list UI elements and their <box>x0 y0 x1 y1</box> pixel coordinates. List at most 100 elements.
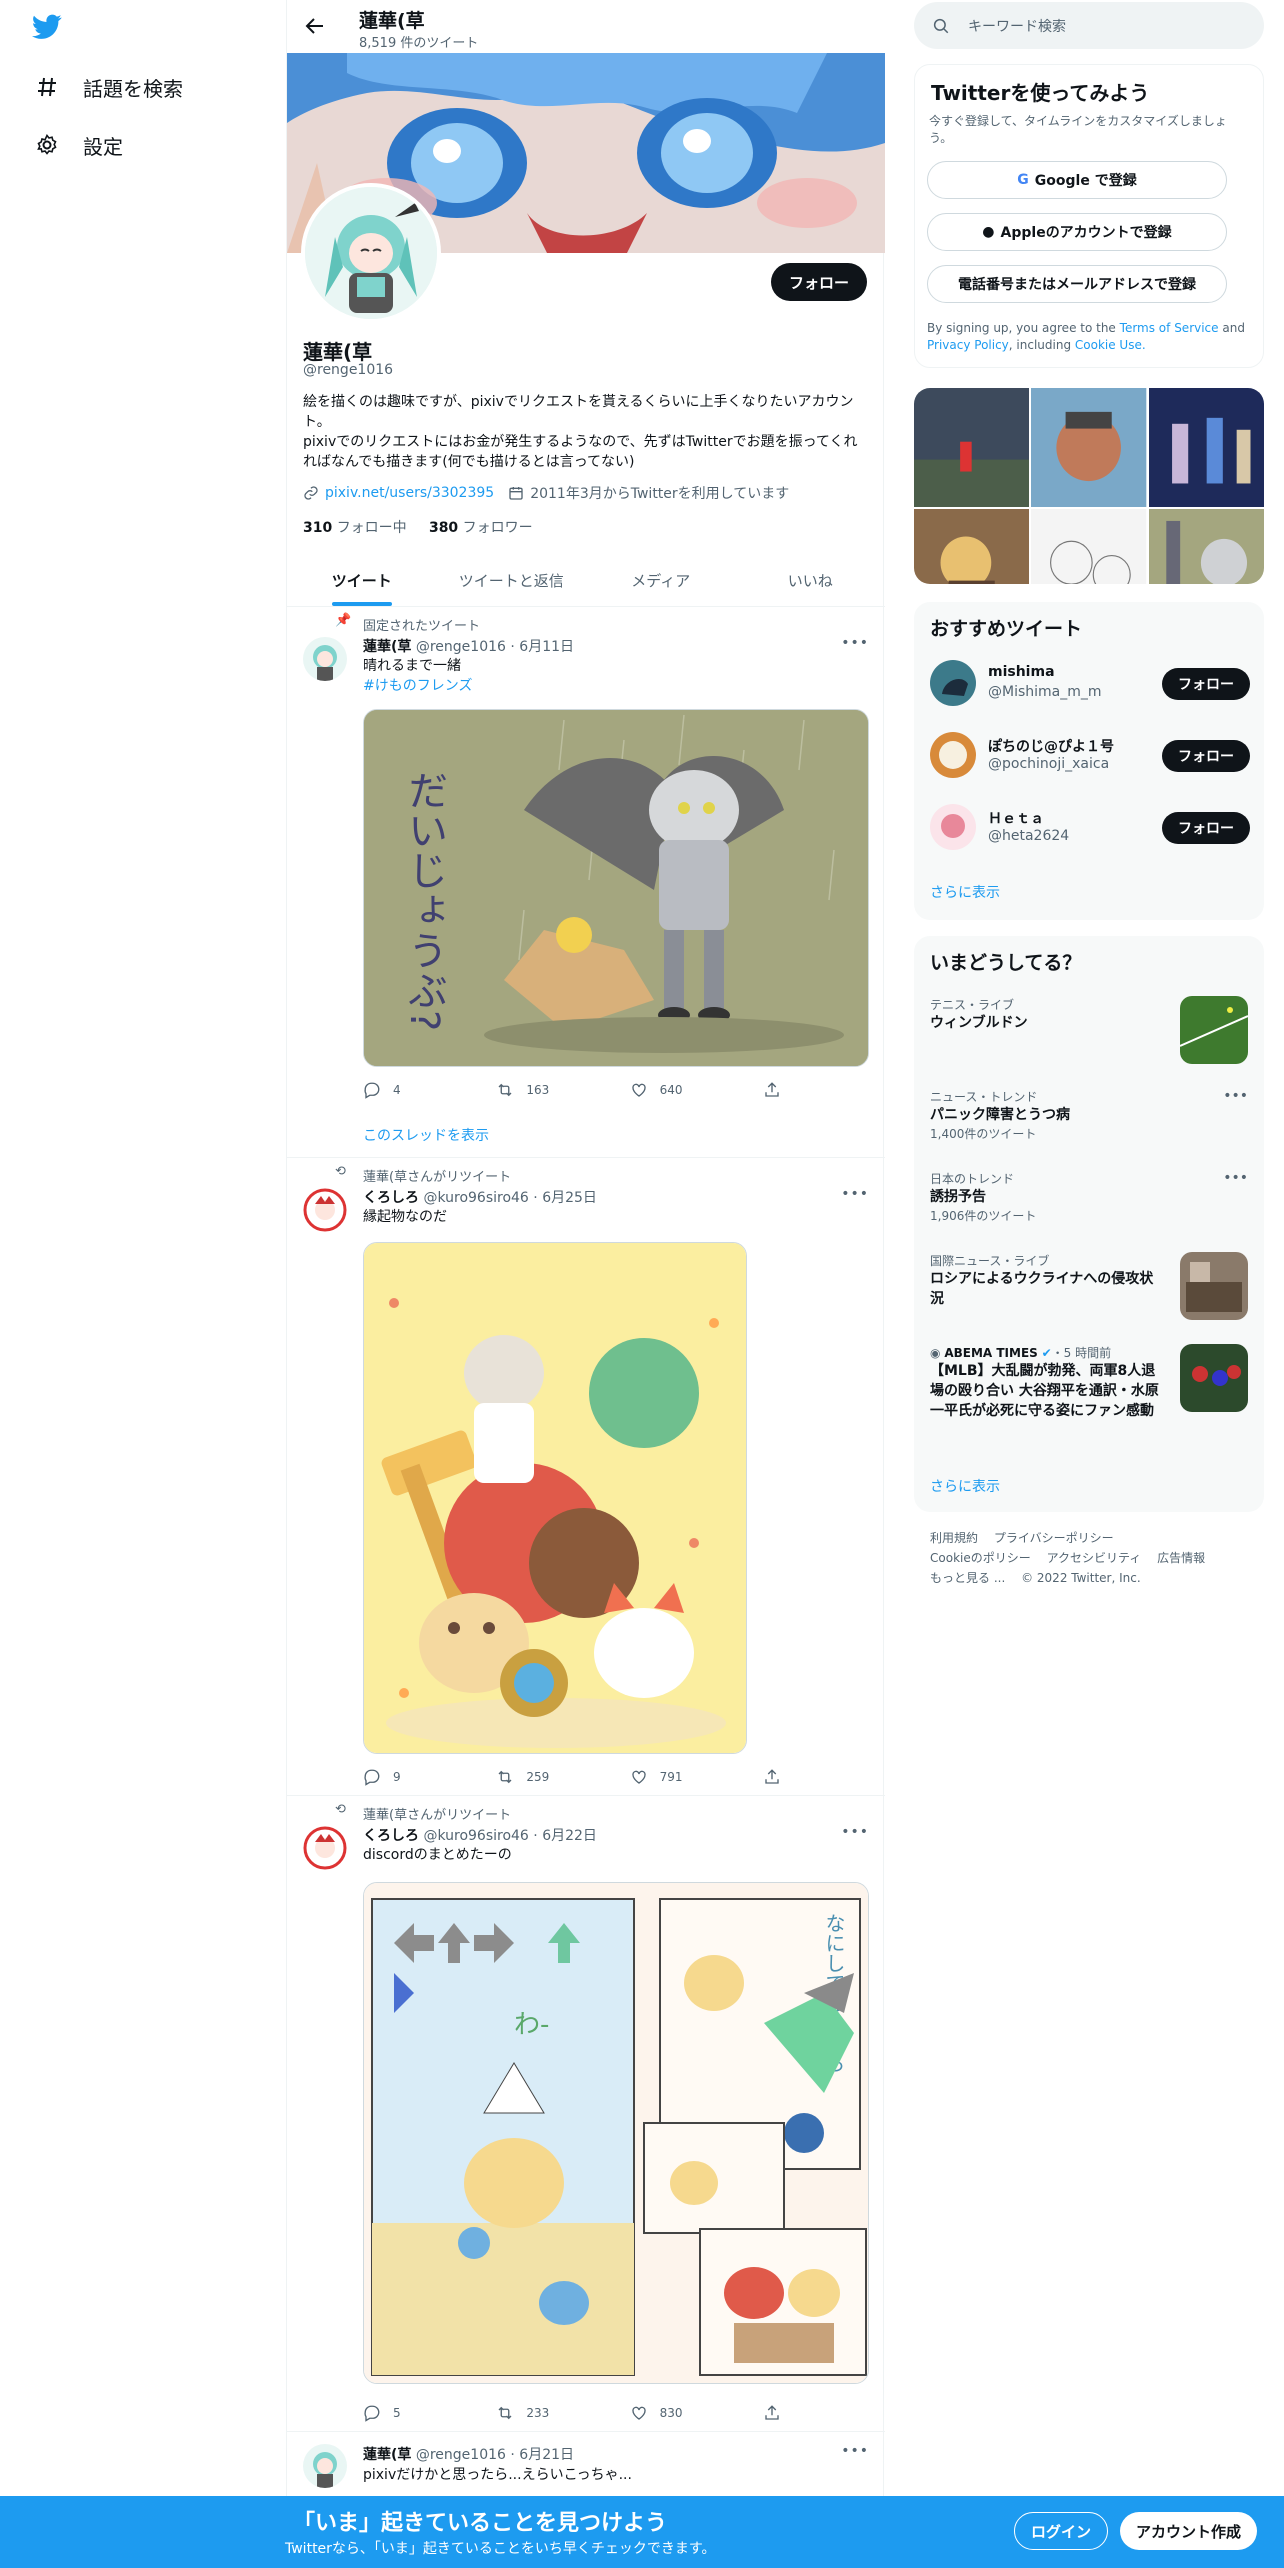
retweet-button[interactable]: 233 <box>496 2404 596 2422</box>
media-thumb[interactable] <box>1031 509 1147 584</box>
tab-media[interactable]: メディア <box>586 554 736 606</box>
more-icon[interactable]: ••• <box>841 2443 869 2459</box>
abema-icon: ◉ <box>930 1346 941 1360</box>
nav-settings[interactable]: 設定 <box>33 130 123 160</box>
profile-follow-button[interactable]: フォロー <box>770 263 867 301</box>
avatar[interactable] <box>303 2444 347 2488</box>
profile-link[interactable]: pixiv.net/users/3302395 <box>325 485 494 501</box>
recommend-show-more[interactable]: さらに表示 <box>930 882 1000 902</box>
footer-link[interactable]: 利用規約 <box>930 1531 978 1545</box>
login-button[interactable]: ログイン <box>1014 2512 1109 2550</box>
media-thumb[interactable] <box>914 509 1030 584</box>
media-grid <box>914 388 1264 584</box>
like-button[interactable]: 640 <box>630 1081 730 1099</box>
more-icon[interactable]: ••• <box>841 635 869 651</box>
retweet-button[interactable]: 163 <box>496 1081 596 1099</box>
media-thumb[interactable] <box>914 388 1030 508</box>
profile-avatar[interactable] <box>301 183 441 323</box>
avatar[interactable] <box>303 1826 347 1870</box>
tweet-retweet[interactable]: ⟲ 蓮華(草さんがリツイート くろしろ @kuro96siro46 · 6月22… <box>287 1796 885 2432</box>
media-thumb[interactable] <box>1031 388 1147 508</box>
reply-button[interactable]: 9 <box>363 1768 463 1786</box>
twitter-logo-icon[interactable] <box>32 14 62 40</box>
search-placeholder: キーワード検索 <box>968 18 1066 35</box>
footer-link[interactable]: もっと見る ... <box>930 1571 1005 1585</box>
like-button[interactable]: 830 <box>630 2404 730 2422</box>
reply-button[interactable]: 4 <box>363 1081 463 1099</box>
trend-item[interactable]: ◉ ABEMA TIMES ✔・5 時間前 【MLB】大乱闘が勃発、両軍8人退場… <box>930 1344 1248 1464</box>
tab-tweets[interactable]: ツイート <box>287 554 437 606</box>
header-name: 蓮華(草 <box>359 10 425 32</box>
retweet-context-icon: ⟲ <box>335 1164 346 1179</box>
share-button[interactable] <box>763 2404 793 2422</box>
retweet-icon <box>498 2406 512 2420</box>
create-account-button[interactable]: アカウント作成 <box>1120 2512 1258 2550</box>
tweet-image[interactable]: だいじょうぶ? <box>363 709 869 1067</box>
retweet-button[interactable]: 259 <box>496 1768 596 1786</box>
nav-explore[interactable]: 話題を検索 <box>33 72 183 102</box>
reply-button[interactable]: 5 <box>363 2404 463 2422</box>
more-icon[interactable]: ••• <box>1223 1088 1248 1104</box>
tweet-image[interactable] <box>363 1242 747 1754</box>
profile-meta: pixiv.net/users/3302395 2011年3月からTwitter… <box>303 483 789 503</box>
privacy-link[interactable]: Privacy Policy <box>927 338 1009 352</box>
trends-card: いまどうしてる？ テニス・ライブ ウィンブルドン ニュース・トレンド パニック障… <box>914 936 1264 1512</box>
cookie-link[interactable]: Cookie Use. <box>1075 338 1146 352</box>
media-thumb[interactable] <box>1148 509 1264 584</box>
recommend-handle: @heta2624 <box>988 828 1070 844</box>
trend-item[interactable]: ニュース・トレンド パニック障害とうつ病 1,400件のツイート ••• <box>930 1088 1248 1148</box>
recommend-user[interactable]: mishima @Mishima_m_m フォロー <box>930 660 1250 712</box>
recommend-name: Ｈｅｔａ <box>988 811 1044 827</box>
footer-link[interactable]: 広告情報 <box>1157 1551 1205 1565</box>
tweet-header: くろしろ @kuro96siro46 · 6月25日 <box>363 1190 597 1206</box>
recommend-follow-button[interactable]: フォロー <box>1162 668 1250 700</box>
media-thumb[interactable] <box>1148 388 1264 508</box>
followers-link[interactable]: 380 フォロワー <box>429 520 533 536</box>
tweet-retweet[interactable]: ⟲ 蓮華(草さんがリツイート くろしろ @kuro96siro46 · 6月25… <box>287 1158 885 1796</box>
footer-link[interactable]: アクセシビリティ <box>1047 1551 1142 1565</box>
more-icon[interactable]: ••• <box>841 1186 869 1202</box>
recommend-user[interactable]: Ｈｅｔａ @heta2624 フォロー <box>930 804 1250 856</box>
recommend-follow-button[interactable]: フォロー <box>1162 812 1250 844</box>
avatar[interactable] <box>303 637 347 681</box>
show-thread-link[interactable]: このスレッドを表示 <box>363 1125 489 1145</box>
tab-tweets-replies[interactable]: ツイートと返信 <box>437 554 587 606</box>
trend-item[interactable]: テニス・ライブ ウィンブルドン <box>930 996 1248 1066</box>
phone-email-signup-button[interactable]: 電話番号またはメールアドレスで登録 <box>927 265 1227 303</box>
tweet-actions: 4 163 640 <box>363 1081 793 1099</box>
terms-link[interactable]: Terms of Service <box>1120 321 1219 335</box>
footer-link[interactable]: Cookieのポリシー <box>930 1551 1031 1565</box>
apple-signup-button[interactable]: ● Appleのアカウントで登録 <box>927 213 1227 251</box>
recommend-follow-button[interactable]: フォロー <box>1162 740 1250 772</box>
following-link[interactable]: 310 フォロー中 <box>303 520 407 536</box>
heart-icon <box>631 1770 646 1784</box>
tweet-header: 蓮華(草 @renge1016 · 6月21日 <box>363 2447 575 2463</box>
reply-icon <box>364 2405 380 2422</box>
trends-show-more[interactable]: さらに表示 <box>930 1476 1000 1496</box>
more-icon[interactable]: ••• <box>1223 1170 1248 1186</box>
tweet-pinned[interactable]: 📌 固定されたツイート 蓮華(草 @renge1016 · 6月11日 ••• … <box>287 607 885 1158</box>
tweet-header: 蓮華(草 @renge1016 · 6月11日 <box>363 639 575 655</box>
search-input[interactable]: キーワード検索 <box>914 2 1264 49</box>
tweet-actions: 5 233 830 <box>363 2404 793 2422</box>
recommend-user[interactable]: ぽちのじ@ぴよ１号 @pochinoji_xaica フォロー <box>930 732 1250 784</box>
tweet-image[interactable]: わ- なにしてるんだろ <box>363 1882 869 2384</box>
trend-item[interactable]: 日本のトレンド 誘拐予告 1,906件のツイート ••• <box>930 1170 1248 1230</box>
tab-likes[interactable]: いいね <box>736 554 886 606</box>
like-button[interactable]: 791 <box>630 1768 730 1786</box>
footer-link[interactable]: プライバシーポリシー <box>994 1531 1114 1545</box>
google-signup-button[interactable]: G Google で登録 <box>927 161 1227 199</box>
retweet-context-icon: ⟲ <box>335 1802 346 1817</box>
avatar[interactable] <box>303 1188 347 1232</box>
nav-explore-label: 話題を検索 <box>83 76 183 101</box>
tweet-hashtag[interactable]: #けものフレンズ <box>363 677 472 696</box>
verified-icon: ✔ <box>1041 1346 1052 1360</box>
more-icon[interactable]: ••• <box>841 1824 869 1840</box>
tweet-header: くろしろ @kuro96siro46 · 6月22日 <box>363 1828 597 1844</box>
trend-item[interactable]: 国際ニュース・ライブ ロシアによるウクライナへの侵攻状況 <box>930 1252 1248 1322</box>
share-icon <box>765 2405 779 2420</box>
share-icon <box>765 1082 779 1097</box>
back-arrow-icon[interactable] <box>303 14 327 38</box>
share-button[interactable] <box>763 1768 793 1786</box>
share-button[interactable] <box>763 1081 793 1099</box>
